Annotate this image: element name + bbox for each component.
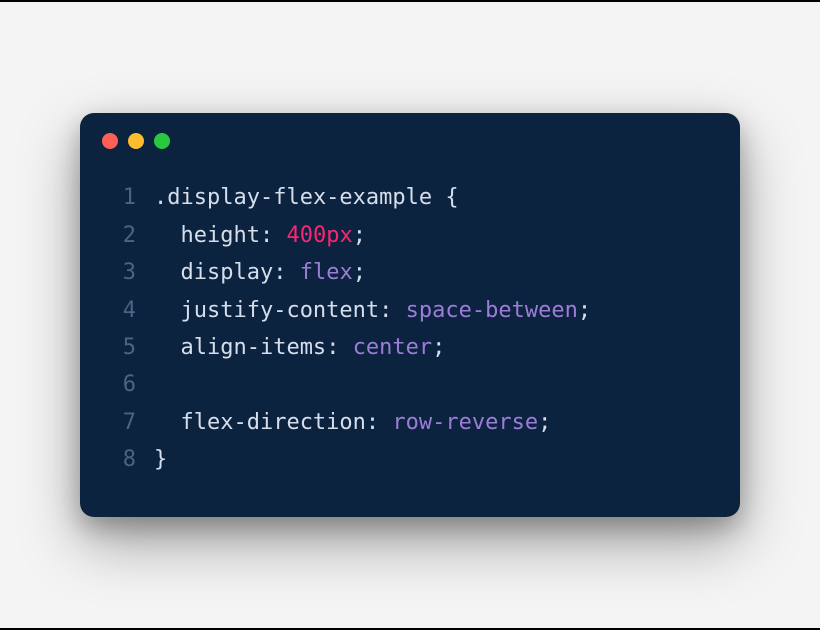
line-number: 8 [110,441,154,478]
code-line: 1.display-flex-example { [110,179,710,216]
line-number: 2 [110,217,154,254]
token-punct: ; [353,260,366,285]
line-number: 5 [110,329,154,366]
code-line: 5 align-items: center; [110,329,710,366]
line-content: align-items: center; [154,329,445,366]
line-number: 3 [110,254,154,291]
code-window: 1.display-flex-example {2 height: 400px;… [80,113,740,516]
token-selector: .display-flex-example [154,185,445,210]
token-value: flex [300,260,353,285]
line-content: justify-content: space-between; [154,292,591,329]
indent [154,329,180,366]
token-punct: ; [432,335,445,360]
line-content: display: flex; [154,254,366,291]
token-punct: ; [538,410,551,435]
line-content: } [154,441,167,478]
line-content: .display-flex-example { [154,179,459,216]
token-prop: flex-direction [180,410,365,435]
line-number: 6 [110,366,154,403]
code-line: 7 flex-direction: row-reverse; [110,404,710,441]
close-icon[interactable] [102,133,118,149]
token-value: center [353,335,432,360]
line-content: height: 400px; [154,217,366,254]
indent [154,217,180,254]
indent [154,404,180,441]
token-punct: } [154,447,167,472]
token-punct: ; [578,298,591,323]
indent [154,254,180,291]
token-punct: : [366,410,393,435]
token-punct: { [445,185,458,210]
maximize-icon[interactable] [154,133,170,149]
line-number: 4 [110,292,154,329]
token-number: 400px [286,223,352,248]
code-line: 6 [110,366,710,403]
token-prop: display [180,260,273,285]
token-prop: align-items [180,335,326,360]
indent [154,292,180,329]
line-number: 7 [110,404,154,441]
token-punct: : [260,223,287,248]
token-prop: height [180,223,259,248]
minimize-icon[interactable] [128,133,144,149]
code-line: 2 height: 400px; [110,217,710,254]
code-line: 8} [110,441,710,478]
token-value: space-between [406,298,578,323]
window-titlebar [80,113,740,159]
token-punct: ; [353,223,366,248]
token-value: row-reverse [392,410,538,435]
code-area: 1.display-flex-example {2 height: 400px;… [80,159,740,478]
token-punct: : [326,335,353,360]
line-content: flex-direction: row-reverse; [154,404,551,441]
line-number: 1 [110,179,154,216]
token-punct: : [273,260,300,285]
code-line: 3 display: flex; [110,254,710,291]
token-prop: justify-content [180,298,379,323]
token-punct: : [379,298,406,323]
code-line: 4 justify-content: space-between; [110,292,710,329]
